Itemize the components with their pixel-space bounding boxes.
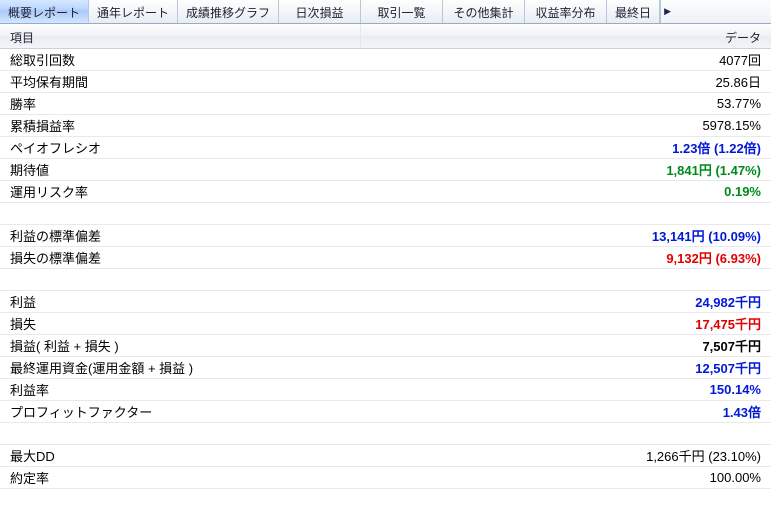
- table-row: 期待値1,841円 (1.47%): [0, 159, 771, 181]
- tab-2[interactable]: 成績推移グラフ: [178, 0, 279, 23]
- table-row: 総取引回数4077回: [0, 49, 771, 71]
- table-row: 最大DD1,266千円 (23.10%): [0, 445, 771, 467]
- row-value: 12,507千円: [360, 358, 771, 377]
- spacer-row: [0, 423, 771, 445]
- row-value: 1.23倍 (1.22倍): [360, 138, 771, 157]
- row-value: 0.19%: [360, 184, 771, 199]
- table-row: 運用リスク率0.19%: [0, 181, 771, 203]
- table-row: 損失の標準偏差9,132円 (6.93%): [0, 247, 771, 269]
- tab-3[interactable]: 日次損益: [279, 0, 361, 23]
- row-label: 約定率: [0, 468, 360, 487]
- column-header-item[interactable]: 項目: [0, 24, 360, 48]
- tab-1[interactable]: 通年レポート: [89, 0, 178, 23]
- row-value: 150.14%: [360, 382, 771, 397]
- tab-0[interactable]: 概要レポート: [0, 0, 89, 23]
- row-value: 1,266千円 (23.10%): [360, 446, 771, 465]
- row-label: 最終運用資金(運用金額 + 損益 ): [0, 358, 360, 377]
- row-value: 4077回: [360, 50, 771, 69]
- table-row: 利益の標準偏差13,141円 (10.09%): [0, 225, 771, 247]
- row-value: 24,982千円: [360, 292, 771, 311]
- table-row: 最終運用資金(運用金額 + 損益 )12,507千円: [0, 357, 771, 379]
- tab-scroll-right-icon[interactable]: ▶: [660, 0, 674, 23]
- table-row: 利益率150.14%: [0, 379, 771, 401]
- row-value: 25.86日: [360, 72, 771, 91]
- row-value: 9,132円 (6.93%): [360, 248, 771, 267]
- tab-bar: 概要レポート通年レポート成績推移グラフ日次損益取引一覧その他集計収益率分布最終日…: [0, 0, 771, 24]
- row-label: 利益: [0, 292, 360, 311]
- row-label: 損失の標準偏差: [0, 248, 360, 267]
- row-label: 期待値: [0, 160, 360, 179]
- row-label: 運用リスク率: [0, 182, 360, 201]
- table-row: プロフィットファクター1.43倍: [0, 401, 771, 423]
- row-label: 勝率: [0, 94, 360, 113]
- table-row: 約定率100.00%: [0, 467, 771, 489]
- row-value: 17,475千円: [360, 314, 771, 333]
- tab-6[interactable]: 収益率分布: [525, 0, 607, 23]
- spacer-row: [0, 269, 771, 291]
- row-label: 総取引回数: [0, 50, 360, 69]
- table-row: 勝率53.77%: [0, 93, 771, 115]
- column-header-data[interactable]: データ: [360, 24, 771, 48]
- row-label: 損益( 利益 + 損失 ): [0, 336, 360, 355]
- row-value: 1.43倍: [360, 402, 771, 421]
- row-label: 平均保有期間: [0, 72, 360, 91]
- row-label: 累積損益率: [0, 116, 360, 135]
- row-label: 最大DD: [0, 446, 360, 465]
- row-value: 1,841円 (1.47%): [360, 160, 771, 179]
- row-value: 5978.15%: [360, 118, 771, 133]
- table-row: 損失17,475千円: [0, 313, 771, 335]
- row-label: 損失: [0, 314, 360, 333]
- row-value: 53.77%: [360, 96, 771, 111]
- row-label: 利益の標準偏差: [0, 226, 360, 245]
- table-row: 累積損益率5978.15%: [0, 115, 771, 137]
- row-value: 100.00%: [360, 470, 771, 485]
- row-value: 13,141円 (10.09%): [360, 226, 771, 245]
- row-label: プロフィットファクター: [0, 402, 360, 421]
- spacer-row: [0, 203, 771, 225]
- tab-4[interactable]: 取引一覧: [361, 0, 443, 23]
- row-label: ペイオフレシオ: [0, 138, 360, 157]
- data-rows: 総取引回数4077回平均保有期間25.86日勝率53.77%累積損益率5978.…: [0, 49, 771, 489]
- row-value: 7,507千円: [360, 336, 771, 355]
- table-row: ペイオフレシオ1.23倍 (1.22倍): [0, 137, 771, 159]
- row-label: 利益率: [0, 380, 360, 399]
- table-row: 利益24,982千円: [0, 291, 771, 313]
- column-header-row: 項目 データ: [0, 24, 771, 49]
- tab-5[interactable]: その他集計: [443, 0, 525, 23]
- tab-7[interactable]: 最終日: [607, 0, 660, 23]
- table-row: 損益( 利益 + 損失 )7,507千円: [0, 335, 771, 357]
- table-row: 平均保有期間25.86日: [0, 71, 771, 93]
